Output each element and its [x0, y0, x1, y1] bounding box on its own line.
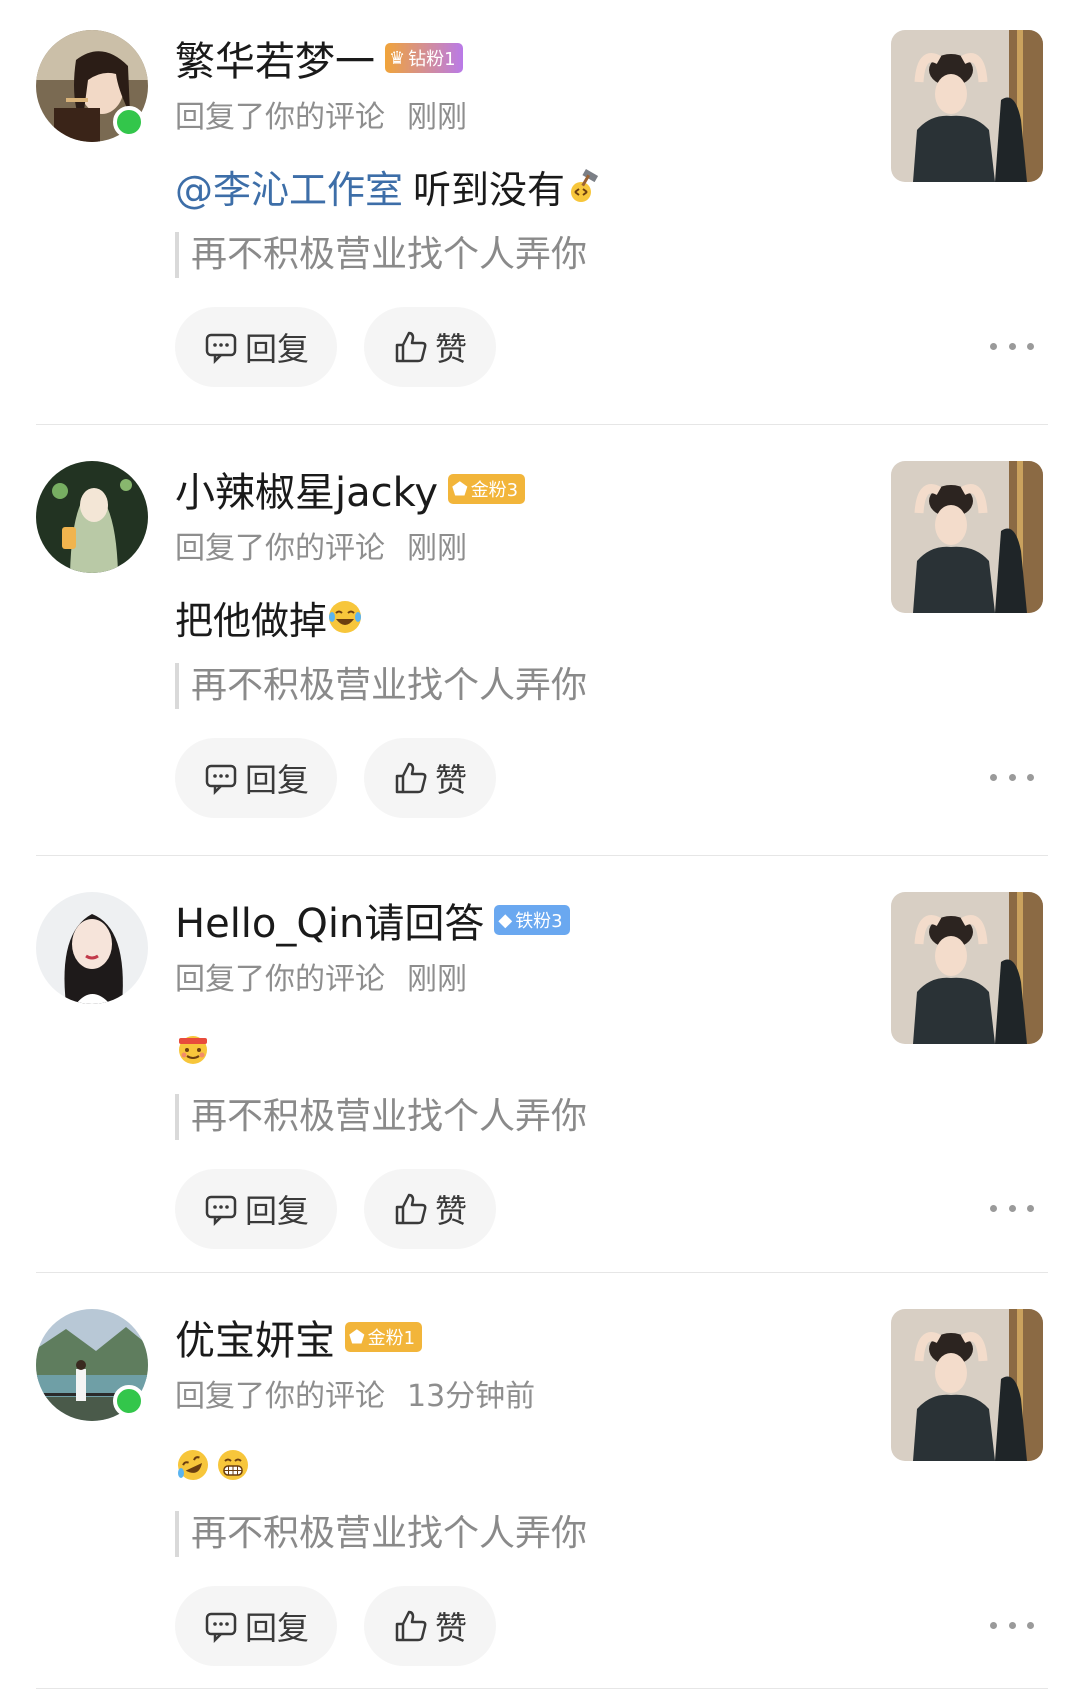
notification-meta: 回复了你的评论 13分钟前 [175, 1371, 535, 1415]
like-button[interactable]: 赞 [364, 738, 496, 818]
notification-meta: 回复了你的评论 刚刚 [175, 954, 467, 998]
timestamp: 刚刚 [407, 531, 467, 566]
fan-level-badge: ♛ 钻粉1 [385, 43, 463, 73]
divider [36, 424, 1048, 425]
fan-level-badge: ⬟ 金粉3 [448, 474, 526, 504]
action-text: 回复了你的评论 [175, 531, 385, 566]
avatar[interactable] [36, 461, 148, 573]
thumbs-up-icon [395, 1193, 427, 1225]
comment-icon [205, 1195, 237, 1227]
notification-feed: 繁华若梦一 ♛ 钻粉1 回复了你的评论 刚刚 @李沁工作室 听到没有 再不积极营业… [0, 0, 1080, 1690]
quoted-original-comment[interactable]: 再不积极营业找个人弄你 [175, 232, 587, 278]
reply-button[interactable]: 回复 [175, 738, 337, 818]
reply-button[interactable]: 回复 [175, 307, 337, 387]
fighting-emoji [175, 1030, 211, 1066]
fan-level-badge: ⬟ 金粉1 [345, 1322, 423, 1352]
reply-button[interactable]: 回复 [175, 1586, 337, 1666]
diamond-icon: ◆ [498, 909, 513, 931]
reply-button[interactable]: 回复 [175, 1169, 337, 1249]
mention-link[interactable]: @李沁工作室 [175, 159, 403, 214]
username[interactable]: 繁华若梦一 [175, 29, 375, 87]
action-text: 回复了你的评论 [175, 1379, 385, 1414]
rolling-laugh-emoji [175, 1447, 211, 1483]
comment-text: @李沁工作室 听到没有 [175, 158, 605, 214]
post-thumbnail[interactable] [891, 30, 1043, 182]
thumbs-up-icon [395, 1610, 427, 1642]
more-options-icon[interactable] [990, 1196, 1034, 1220]
thumbs-up-icon [395, 762, 427, 794]
more-options-icon[interactable] [990, 765, 1034, 789]
notification-meta: 回复了你的评论 刚刚 [175, 523, 467, 567]
fan-level-badge: ◆ 铁粉3 [494, 905, 570, 935]
timestamp: 13分钟前 [407, 1379, 536, 1414]
action-text: 回复了你的评论 [175, 100, 385, 135]
comment-icon [205, 764, 237, 796]
post-thumbnail[interactable] [891, 461, 1043, 613]
quoted-original-comment[interactable]: 再不积极营业找个人弄你 [175, 1511, 587, 1557]
action-text: 回复了你的评论 [175, 962, 385, 997]
comment-text: 把他做掉 [175, 589, 367, 645]
username[interactable]: 小辣椒星jacky [175, 460, 438, 518]
online-status-dot [113, 106, 145, 138]
more-options-icon[interactable] [990, 1613, 1034, 1637]
divider [36, 855, 1048, 856]
comment-body: 听到没有 [413, 167, 566, 212]
post-thumbnail[interactable] [891, 1309, 1043, 1461]
grin-emoji [215, 1447, 251, 1483]
quoted-original-comment[interactable]: 再不积极营业找个人弄你 [175, 663, 587, 709]
post-thumbnail[interactable] [891, 892, 1043, 1044]
notification-meta: 回复了你的评论 刚刚 [175, 92, 467, 136]
gold-gem-icon: ⬟ [349, 1326, 365, 1348]
comment-text [175, 1437, 255, 1493]
comment-icon [205, 1612, 237, 1644]
comment-text [175, 1020, 215, 1076]
like-button[interactable]: 赞 [364, 307, 496, 387]
comment-body: 把他做掉 [175, 598, 328, 643]
like-button[interactable]: 赞 [364, 1169, 496, 1249]
timestamp: 刚刚 [407, 100, 467, 135]
divider [36, 1688, 1048, 1689]
crown-icon: ♛ [389, 47, 406, 69]
divider [36, 1272, 1048, 1273]
username[interactable]: Hello_Qin请回答 [175, 891, 484, 949]
hammer-emoji [565, 168, 601, 204]
username[interactable]: 优宝妍宝 [175, 1308, 335, 1366]
online-status-dot [113, 1385, 145, 1417]
more-options-icon[interactable] [990, 334, 1034, 358]
like-button[interactable]: 赞 [364, 1586, 496, 1666]
gold-gem-icon: ⬟ [452, 478, 468, 500]
comment-icon [205, 333, 237, 365]
avatar[interactable] [36, 892, 148, 1004]
thumbs-up-icon [395, 331, 427, 363]
timestamp: 刚刚 [407, 962, 467, 997]
laugh-cry-emoji [327, 599, 363, 635]
quoted-original-comment[interactable]: 再不积极营业找个人弄你 [175, 1094, 587, 1140]
